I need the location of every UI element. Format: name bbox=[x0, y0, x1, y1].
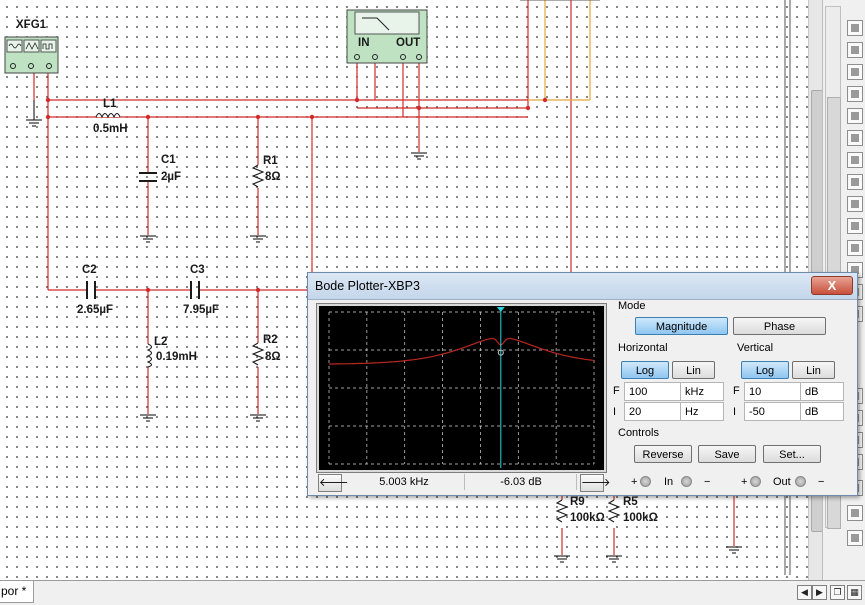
xfg1-label: XFG1 bbox=[16, 19, 47, 31]
r1-label: R1 bbox=[263, 155, 278, 167]
l2-label: L2 bbox=[154, 336, 167, 348]
in-plus-terminal[interactable] bbox=[640, 476, 651, 487]
cursor-frequency: 5.003 kHz bbox=[344, 474, 465, 490]
l1-label: L1 bbox=[103, 98, 117, 110]
c1-value: 2µF bbox=[161, 171, 181, 183]
multimeter-icon[interactable] bbox=[847, 20, 863, 36]
bode-plot-area[interactable] bbox=[316, 303, 607, 473]
measurement-probe-icon[interactable] bbox=[847, 530, 863, 546]
vertical-log-button[interactable]: Log bbox=[741, 361, 789, 379]
v-initial-letter: I bbox=[733, 406, 737, 418]
h-initial-unit-field[interactable]: Hz bbox=[680, 402, 724, 421]
out-terminal-label: Out bbox=[773, 476, 791, 488]
cursor-right-button[interactable]: 🡒 bbox=[580, 474, 611, 492]
phase-button[interactable]: Phase bbox=[733, 317, 826, 335]
in-minus-terminal[interactable] bbox=[681, 476, 692, 487]
v-final-unit-field[interactable]: dB bbox=[800, 382, 844, 401]
out-plus-terminal[interactable] bbox=[750, 476, 761, 487]
four-channel-oscilloscope-icon[interactable] bbox=[847, 108, 863, 124]
in-minus-label: − bbox=[704, 476, 711, 488]
r2-label: R2 bbox=[263, 334, 278, 346]
tile-windows-icon[interactable]: ▦ bbox=[847, 585, 862, 600]
r9-label: R9 bbox=[570, 496, 585, 508]
out-minus-terminal[interactable] bbox=[795, 476, 806, 487]
out-minus-label: − bbox=[818, 476, 825, 488]
r2-value: 8Ω bbox=[265, 351, 281, 363]
bode-title-bar[interactable]: Bode Plotter-XBP3 X bbox=[308, 273, 857, 300]
cascade-windows-icon[interactable]: ❐ bbox=[830, 585, 845, 600]
reverse-button[interactable]: Reverse bbox=[634, 445, 692, 463]
sheet-tab[interactable]: por * bbox=[0, 581, 34, 603]
r5-label: R5 bbox=[623, 496, 638, 508]
out-plus-label: + bbox=[741, 476, 748, 488]
cursor-left-button[interactable]: 🡐 bbox=[318, 474, 349, 492]
in-plus-label: + bbox=[631, 476, 638, 488]
h-initial-letter: I bbox=[613, 406, 617, 418]
sheet-tab-bar: por * ◀ ▶ ❐ ▦ bbox=[0, 580, 865, 605]
horizontal-log-button[interactable]: Log bbox=[621, 361, 669, 379]
l2-value: 0.19mH bbox=[156, 351, 197, 363]
magnitude-button[interactable]: Magnitude bbox=[635, 317, 728, 335]
in-terminal-label: In bbox=[664, 476, 674, 488]
close-button[interactable]: X bbox=[811, 276, 853, 295]
r9-value: 100kΩ bbox=[570, 512, 605, 524]
logic-converter-icon[interactable] bbox=[847, 218, 863, 234]
frequency-counter-icon[interactable] bbox=[847, 152, 863, 168]
logic-analyzer-icon[interactable] bbox=[847, 196, 863, 212]
iv-analyzer-icon[interactable] bbox=[847, 240, 863, 256]
controls-group-label: Controls bbox=[618, 427, 659, 439]
vertical-lin-button[interactable]: Lin bbox=[792, 361, 835, 379]
tab-prev-icon[interactable]: ◀ bbox=[797, 585, 812, 600]
l1-value: 0.5mH bbox=[93, 123, 128, 135]
v-final-value-input[interactable]: 10 bbox=[744, 382, 801, 401]
h-final-unit-field[interactable]: kHz bbox=[680, 382, 724, 401]
c3-label: C3 bbox=[190, 264, 205, 276]
cursor-gain: -6.03 dB bbox=[466, 474, 577, 490]
save-button[interactable]: Save bbox=[698, 445, 756, 463]
c3-value: 7.95µF bbox=[183, 304, 219, 316]
c2-label: C2 bbox=[82, 264, 97, 276]
r5-value: 100kΩ bbox=[623, 512, 658, 524]
c1-label: C1 bbox=[161, 154, 176, 166]
bode-graph[interactable] bbox=[319, 306, 604, 470]
word-generator-icon[interactable] bbox=[847, 174, 863, 190]
function-generator-icon bbox=[4, 36, 59, 74]
cursor-readout: 🡐 5.003 kHz -6.03 dB 🡒 bbox=[316, 474, 611, 492]
tab-next-icon[interactable]: ▶ bbox=[812, 585, 827, 600]
horizontal-lin-button[interactable]: Lin bbox=[672, 361, 715, 379]
bode-plotter-window: Bode Plotter-XBP3 X 🡐 5.003 kHz -6.03 dB… bbox=[307, 272, 858, 496]
h-final-value-input[interactable]: 100 bbox=[624, 382, 681, 401]
horizontal-group-label: Horizontal bbox=[618, 342, 668, 354]
bode-out-label: OUT bbox=[396, 37, 420, 49]
mode-group-label: Mode bbox=[618, 300, 646, 312]
set-button[interactable]: Set... bbox=[763, 445, 821, 463]
v-initial-value-input[interactable]: -50 bbox=[744, 402, 801, 421]
bode-in-label: IN bbox=[358, 37, 370, 49]
function-generator-tool-icon[interactable] bbox=[847, 42, 863, 58]
bode-plotter-tool-icon[interactable] bbox=[847, 130, 863, 146]
h-final-letter: F bbox=[613, 385, 620, 397]
wattmeter-icon[interactable] bbox=[847, 64, 863, 80]
bode-title: Bode Plotter-XBP3 bbox=[315, 279, 420, 293]
c2-value: 2.65µF bbox=[77, 304, 113, 316]
v-initial-unit-field[interactable]: dB bbox=[800, 402, 844, 421]
labview-instrument-icon[interactable] bbox=[847, 505, 863, 521]
vertical-group-label: Vertical bbox=[737, 342, 774, 354]
v-final-letter: F bbox=[733, 385, 740, 397]
oscilloscope-icon[interactable] bbox=[847, 86, 863, 102]
h-initial-value-input[interactable]: 20 bbox=[624, 402, 681, 421]
r1-value: 8Ω bbox=[265, 171, 281, 183]
